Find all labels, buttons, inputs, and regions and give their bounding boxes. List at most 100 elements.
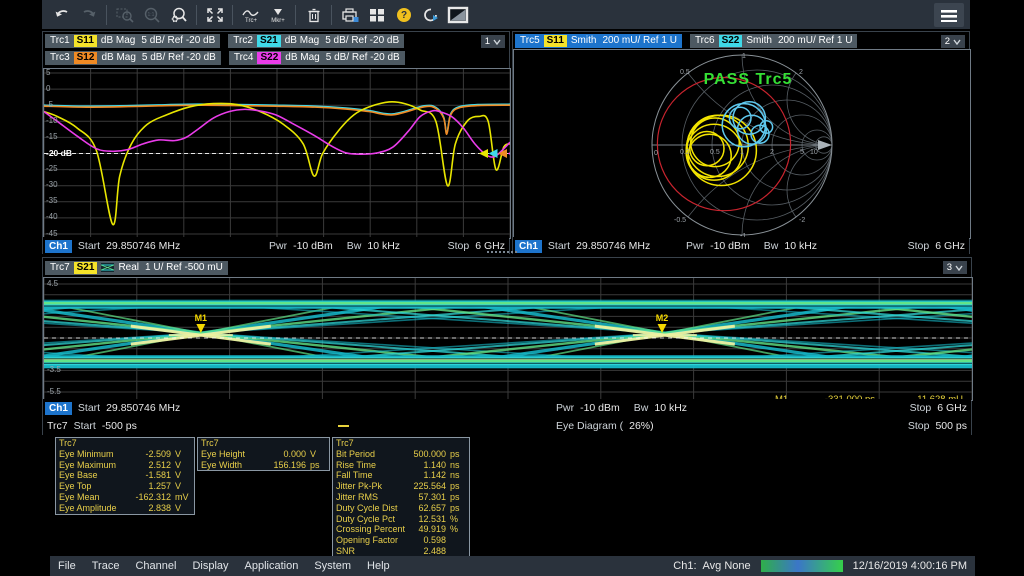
undo-button[interactable]	[48, 3, 75, 27]
menu-item-system[interactable]: System	[314, 560, 351, 572]
eye-diagram-plot[interactable]: M1M2	[43, 277, 973, 401]
start-value: -500 ps	[102, 420, 137, 432]
zoom-settings-button[interactable]	[165, 3, 192, 27]
sweep-progress-indicator	[338, 417, 349, 435]
trace-scale: 5 dB/ Ref -20 dB	[325, 35, 399, 46]
toolbar-separator	[232, 5, 233, 25]
trace-id: Trc7	[50, 262, 70, 273]
print-icon	[340, 7, 360, 23]
trace-pill-trc2[interactable]: Trc2S21dB Mag5 dB/ Ref -20 dB	[228, 34, 404, 48]
pwr-value: -10 dBm	[710, 240, 750, 252]
trace-scale: 200 mU/ Ref 1 U	[778, 35, 852, 46]
trace-format: Smith	[746, 35, 772, 46]
window-eye-diagram: Trc7S21Real1 U/ Ref -500 mU 3 M1M2 4.5-3…	[42, 257, 972, 435]
window1-selector[interactable]: 1	[481, 35, 505, 48]
window2-selector[interactable]: 2	[941, 35, 965, 48]
menu-item-application[interactable]: Application	[245, 560, 299, 572]
start-label: Start	[78, 402, 100, 414]
window3-selector[interactable]: 3	[943, 261, 967, 274]
eye-results-table-1: Trc7Eye Minimum-2.509VEye Maximum2.512VE…	[55, 437, 195, 515]
start-value: 29.850746 MHz	[106, 402, 180, 414]
trace-pill-trc4[interactable]: Trc4S22dB Mag5 dB/ Ref -20 dB	[229, 51, 405, 65]
trace-id: Trc3	[50, 52, 70, 63]
ref-level-arrow[interactable]	[508, 149, 512, 158]
stop-label: Stop	[910, 402, 932, 414]
redo-button[interactable]	[75, 3, 102, 27]
table-row: Eye Width156.196ps	[198, 460, 329, 471]
table-row: Bit Period500.000ps	[333, 449, 469, 460]
magnitude-plot[interactable]	[43, 68, 511, 239]
smith-axis-label: 0.5	[710, 149, 720, 156]
print-button[interactable]	[336, 3, 363, 27]
channel-badge: Ch1	[515, 240, 542, 253]
window3-number: 3	[947, 262, 952, 273]
table-title: Trc7	[333, 438, 469, 449]
eye-results-table-3: Trc7Bit Period500.000psRise Time1.140nsF…	[332, 437, 470, 558]
table-row: Eye Minimum-2.509V	[56, 449, 194, 460]
trace-scale: 1 U/ Ref -500 mU	[145, 262, 223, 273]
smith-axis-label: 5	[800, 149, 804, 156]
window1-channel-bar[interactable]: Ch1 Start 29.850746 MHz Pwr -10 dBm Bw 1…	[43, 237, 509, 255]
pwr-label: Pwr	[556, 402, 574, 414]
trace-pill-trc5[interactable]: Trc5S11Smith200 mU/ Ref 1 U	[515, 34, 682, 48]
toolbar-separator	[196, 5, 197, 25]
menu-item-display[interactable]: Display	[192, 560, 228, 572]
table-row: Crossing Percent49.919%	[333, 524, 469, 535]
delete-button[interactable]	[300, 3, 327, 27]
window3-trace-bar[interactable]: Trc7 Start -500 ps Eye Diagram ( 26%) St…	[43, 417, 971, 435]
menu-item-channel[interactable]: Channel	[135, 560, 176, 572]
pwr-label: Pwr	[269, 240, 287, 252]
smith-axis-label: 2	[770, 149, 774, 156]
status-channel-label: Ch1:	[673, 560, 696, 572]
menu-button[interactable]	[934, 3, 964, 27]
stop-value: 6 GHz	[935, 240, 965, 252]
screenshot-button[interactable]	[444, 3, 471, 27]
table-row: Jitter Pk-Pk225.564ps	[333, 481, 469, 492]
zoom-selection-button[interactable]	[111, 3, 138, 27]
trace-pill-trc7[interactable]: Trc7 S21 Real 1 U/ Ref -500 mU	[45, 261, 228, 275]
add-marker-icon: Mkr+	[268, 7, 288, 23]
add-trace-button[interactable]: Trc+	[237, 3, 264, 27]
marker-label: M2	[656, 313, 669, 323]
trace-pill-trc1[interactable]: Trc1S11dB Mag5 dB/ Ref -20 dB	[45, 34, 220, 48]
stop-value: 6 GHz	[937, 402, 967, 414]
window-splitter-handle[interactable]	[487, 251, 517, 253]
window2-channel-bar[interactable]: Ch1 Start 29.850746 MHz Pwr -10 dBm Bw 1…	[513, 237, 969, 255]
stop-label: Stop	[448, 240, 470, 252]
zoom-settings-icon	[170, 7, 188, 23]
window3-channel-bar[interactable]: Ch1 Start 29.850746 MHz Pwr -10 dBm Bw 1…	[43, 399, 971, 417]
menu-item-file[interactable]: File	[58, 560, 76, 572]
table-title: Trc7	[56, 438, 194, 449]
trace-format: Real	[118, 262, 139, 273]
windows-button[interactable]	[363, 3, 390, 27]
trace-format: dB Mag	[101, 52, 135, 63]
trace-format: dB Mag	[285, 35, 319, 46]
start-label: Start	[78, 240, 100, 252]
svg-text:?: ?	[400, 10, 406, 21]
chevron-down-icon	[493, 39, 501, 45]
trace-scale: 200 mU/ Ref 1 U	[602, 35, 676, 46]
trace-pill-trc3[interactable]: Trc3S12dB Mag5 dB/ Ref -20 dB	[45, 51, 221, 65]
status-area: Ch1: Avg None 12/16/2019 4:00:16 PM	[673, 560, 967, 572]
menu-item-help[interactable]: Help	[367, 560, 390, 572]
add-marker-button[interactable]: Mkr+	[264, 3, 291, 27]
svg-text:1:1: 1:1	[147, 12, 154, 18]
channel-badge: Ch1	[45, 402, 72, 415]
trace-name: Trc7	[47, 420, 68, 432]
pwr-value: -10 dBm	[293, 240, 333, 252]
menu-item-trace[interactable]: Trace	[92, 560, 120, 572]
toolbar-separator	[106, 5, 107, 25]
eye-results-table-2: Trc7Eye Height0.000VEye Width156.196ps	[197, 437, 330, 471]
fullscreen-button[interactable]	[201, 3, 228, 27]
trace-pill-trc6[interactable]: Trc6S22Smith200 mU/ Ref 1 U	[690, 34, 857, 48]
help-button[interactable]: ?	[390, 3, 417, 27]
sparam-badge: S21	[74, 262, 98, 274]
trace-id: Trc6	[695, 35, 715, 46]
restart-sweep-button[interactable]	[417, 3, 444, 27]
zoom-1to1-button[interactable]: 1:1	[138, 3, 165, 27]
sparam-badge: S11	[74, 35, 97, 47]
trace-id: Trc1	[50, 35, 70, 46]
start-value: 29.850746 MHz	[106, 240, 180, 252]
smith-axis-label: 10	[810, 149, 818, 156]
smith-chart-plot[interactable]: 00.20.5125100.512-0.5-1-2	[513, 49, 971, 239]
